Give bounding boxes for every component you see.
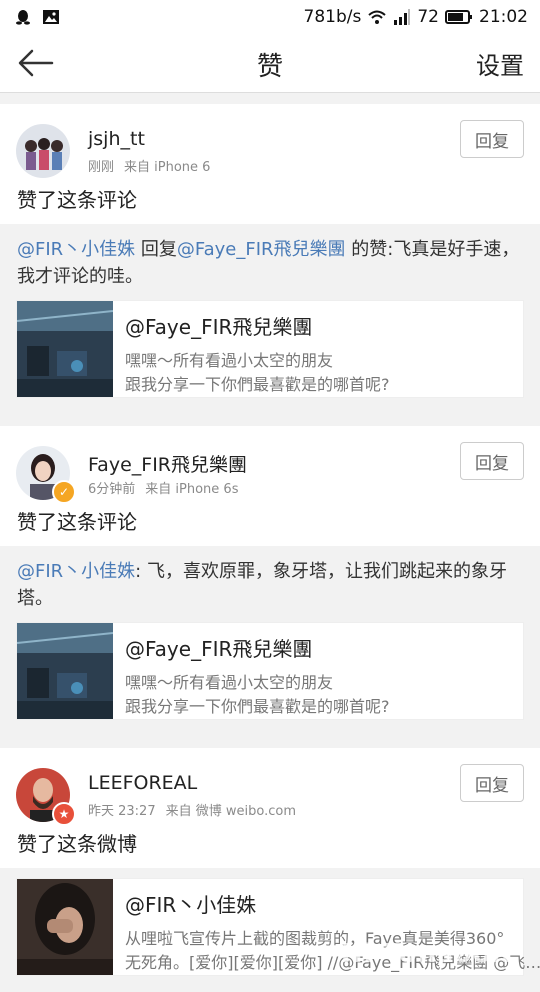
reply-button[interactable]: 回复 (460, 120, 524, 158)
avatar[interactable] (16, 124, 70, 178)
referenced-author: @FIR丶小佳姝 (125, 893, 257, 917)
referenced-post[interactable]: @Faye_FIR飛兒樂團 嘿嘿～所有看過小太空的朋友 跟我分享一下你們最喜歡是… (16, 300, 524, 398)
verified-badge-icon: ✓ (52, 480, 76, 504)
settings-button[interactable]: 设置 (476, 46, 524, 81)
like-action-text: 赞了这条评论 (17, 510, 137, 534)
battery-icon (445, 10, 472, 24)
quoted-comment: @FIR丶小佳姝: 飞，喜欢原罪，象牙塔，让我们跳起来的象牙塔。 @Faye_F… (0, 546, 540, 736)
like-action-text: 赞了这条微博 (17, 832, 137, 856)
comment-text: @FIR丶小佳姝: 飞，喜欢原罪，象牙塔，让我们跳起来的象牙塔。 (17, 558, 523, 612)
source: 来自 iPhone 6 (124, 160, 211, 175)
mention-link[interactable]: @FIR丶小佳姝 (17, 561, 135, 582)
reply-word: 回复 (135, 239, 177, 260)
wifi-icon (368, 10, 387, 24)
referenced-text-line: 跟我分享一下你們最喜歡是的哪首呢? (125, 697, 390, 716)
watermark: Hi Tonsoon (340, 939, 511, 969)
network-speed: 781b/s (303, 7, 362, 27)
image-icon (43, 10, 59, 24)
reply-button[interactable]: 回复 (460, 764, 524, 802)
post-meta: 6分钟前 来自 iPhone 6s (88, 478, 238, 497)
comment-text: @FIR丶小佳姝 回复@Faye_FIR飛兒樂團 的赞:飞真是好手速，我才评论的… (17, 236, 523, 290)
clock: 21:02 (479, 7, 528, 27)
status-bar: 781b/s 72 21:02 (0, 0, 540, 34)
post-meta: 刚刚 来自 iPhone 6 (88, 156, 210, 175)
username[interactable]: Faye_FIR飛兒樂團 (88, 450, 247, 477)
like-card: jsjh_tt 刚刚 来自 iPhone 6 回复 赞了这条评论 @FIR丶小佳姝… (0, 104, 540, 414)
avatar-wrapper[interactable]: ✓ (16, 446, 76, 504)
signal-icon (394, 9, 411, 25)
post-thumbnail (17, 623, 113, 719)
like-feed: jsjh_tt 刚刚 来自 iPhone 6 回复 赞了这条评论 @FIR丶小佳姝… (0, 104, 540, 992)
like-action-text: 赞了这条评论 (17, 188, 137, 212)
username[interactable]: jsjh_tt (88, 128, 145, 150)
source: 来自 iPhone 6s (145, 482, 239, 497)
quoted-post: @FIR丶小佳姝 从哩啦飞宣传片上截的图裁剪的，Faye真是美得360° 无死角… (0, 868, 540, 992)
timestamp: 刚刚 (88, 160, 115, 175)
referenced-text-line: 嘿嘿～所有看過小太空的朋友 (125, 673, 334, 692)
like-card: ✓ Faye_FIR飛兒樂團 6分钟前 来自 iPhone 6s 回复 赞了这条评… (0, 426, 540, 736)
reply-button[interactable]: 回复 (460, 442, 524, 480)
referenced-post[interactable]: @Faye_FIR飛兒樂團 嘿嘿～所有看過小太空的朋友 跟我分享一下你們最喜歡是… (16, 622, 524, 720)
referenced-author: @Faye_FIR飛兒樂團 (125, 637, 313, 661)
username[interactable]: LEEFOREAL (88, 772, 197, 794)
avatar-wrapper[interactable]: ★ (16, 768, 76, 826)
quoted-comment: @FIR丶小佳姝 回复@Faye_FIR飛兒樂團 的赞:飞真是好手速，我才评论的… (0, 224, 540, 414)
verified-badge-icon: ★ (52, 802, 76, 826)
timestamp: 6分钟前 (88, 482, 136, 497)
post-thumbnail (17, 301, 113, 397)
nav-bar: 赞 设置 (0, 34, 540, 93)
referenced-author: @Faye_FIR飛兒樂團 (125, 315, 313, 339)
referenced-text-line: 跟我分享一下你們最喜歡是的哪首呢? (125, 375, 390, 394)
page-title: 赞 (256, 52, 283, 82)
post-meta: 昨天 23:27 来自 微博 weibo.com (88, 800, 296, 819)
mention-link[interactable]: @FIR丶小佳姝 (17, 239, 135, 260)
like-card: ★ LEEFOREAL 昨天 23:27 来自 微博 weibo.com 回复 赞… (0, 748, 540, 992)
battery-level: 72 (417, 7, 439, 27)
qq-icon (16, 10, 30, 25)
referenced-post[interactable]: @FIR丶小佳姝 从哩啦飞宣传片上截的图裁剪的，Faye真是美得360° 无死角… (16, 878, 540, 976)
referenced-text-line: 嘿嘿～所有看過小太空的朋友 (125, 351, 334, 370)
mention-link[interactable]: @Faye_FIR飛兒樂團 (177, 239, 346, 260)
post-thumbnail (17, 879, 113, 975)
source: 来自 微博 weibo.com (165, 804, 296, 819)
timestamp: 昨天 23:27 (88, 804, 156, 819)
